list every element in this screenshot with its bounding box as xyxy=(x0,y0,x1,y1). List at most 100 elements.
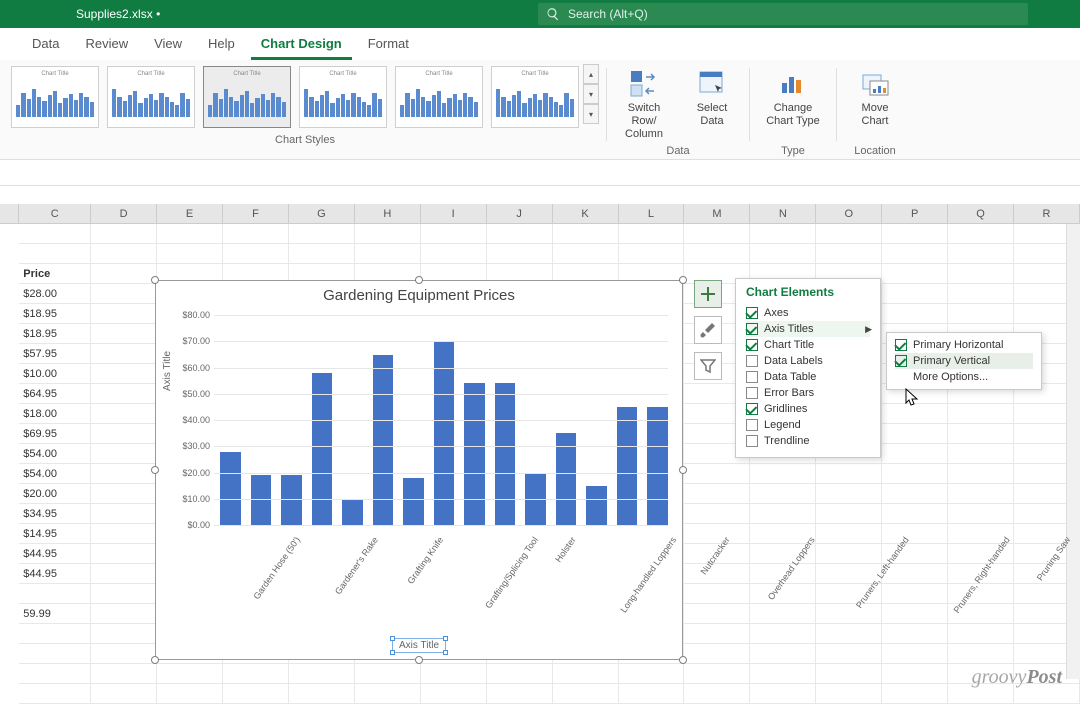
bar[interactable] xyxy=(647,407,668,525)
bar[interactable] xyxy=(617,407,638,525)
bar[interactable] xyxy=(312,373,333,525)
change-chart-type-button[interactable]: Change Chart Type xyxy=(763,66,823,130)
price-cell[interactable]: $28.00 xyxy=(19,284,91,304)
price-cell[interactable]: 59.99 xyxy=(19,604,91,624)
chart-elements-item[interactable]: Axis Titles▶ xyxy=(746,321,870,337)
chart-style-thumb[interactable]: Chart Title xyxy=(203,66,291,128)
column-header[interactable]: C xyxy=(19,204,91,223)
gallery-scroll-down[interactable]: ▾ xyxy=(583,84,599,104)
vertical-scrollbar[interactable] xyxy=(1066,224,1080,679)
chart-styles-button[interactable] xyxy=(694,316,722,344)
checkbox-icon[interactable] xyxy=(746,307,758,319)
chart-elements-item[interactable]: Error Bars xyxy=(746,385,870,401)
tab-review[interactable]: Review xyxy=(75,30,138,60)
resize-handle[interactable] xyxy=(151,656,159,664)
checkbox-icon[interactable] xyxy=(895,355,907,367)
price-cell[interactable]: $57.95 xyxy=(19,344,91,364)
bar[interactable] xyxy=(464,383,485,525)
column-header[interactable]: R xyxy=(1014,204,1080,223)
checkbox-icon[interactable] xyxy=(895,339,907,351)
bar[interactable] xyxy=(251,475,272,525)
column-header[interactable]: Q xyxy=(948,204,1014,223)
tab-view[interactable]: View xyxy=(144,30,192,60)
price-cell[interactable]: $44.95 xyxy=(19,544,91,564)
column-header[interactable]: L xyxy=(619,204,685,223)
price-cell[interactable]: $54.00 xyxy=(19,464,91,484)
column-header[interactable]: E xyxy=(157,204,223,223)
resize-handle[interactable] xyxy=(679,656,687,664)
search-input[interactable]: Search (Alt+Q) xyxy=(538,3,1028,25)
price-cell[interactable]: $54.00 xyxy=(19,444,91,464)
checkbox-icon[interactable] xyxy=(746,387,758,399)
submenu-item[interactable]: Primary Vertical xyxy=(895,353,1033,369)
checkbox-icon[interactable] xyxy=(746,355,758,367)
resize-handle[interactable] xyxy=(415,276,423,284)
chart-elements-button[interactable] xyxy=(694,280,722,308)
chart-elements-item[interactable]: Data Table xyxy=(746,369,870,385)
column-header[interactable]: G xyxy=(289,204,355,223)
price-cell[interactable]: $14.95 xyxy=(19,524,91,544)
switch-row-column-button[interactable]: Switch Row/ Column xyxy=(614,66,674,144)
resize-handle[interactable] xyxy=(151,466,159,474)
bar[interactable] xyxy=(342,499,363,525)
price-cell[interactable]: $18.95 xyxy=(19,304,91,324)
column-header[interactable]: P xyxy=(882,204,948,223)
chart-style-thumb[interactable]: Chart Title xyxy=(491,66,579,128)
bar[interactable] xyxy=(495,383,516,525)
embedded-chart[interactable]: Gardening Equipment Prices Axis Title $0… xyxy=(155,280,683,660)
formula-bar[interactable] xyxy=(0,160,1080,186)
chart-style-thumb[interactable]: Chart Title xyxy=(299,66,387,128)
bar[interactable] xyxy=(434,341,455,525)
checkbox-icon[interactable] xyxy=(746,339,758,351)
price-cell[interactable]: $44.95 xyxy=(19,564,91,584)
column-header[interactable]: D xyxy=(91,204,157,223)
column-header[interactable]: O xyxy=(816,204,882,223)
resize-handle[interactable] xyxy=(415,656,423,664)
chart-title[interactable]: Gardening Equipment Prices xyxy=(156,287,682,304)
chart-elements-item[interactable]: Axes xyxy=(746,305,870,321)
column-header[interactable]: M xyxy=(684,204,750,223)
chart-elements-item[interactable]: Data Labels xyxy=(746,353,870,369)
tab-help[interactable]: Help xyxy=(198,30,245,60)
tab-chart-design[interactable]: Chart Design xyxy=(251,30,352,60)
price-cell[interactable]: $18.00 xyxy=(19,404,91,424)
submenu-item[interactable]: More Options... xyxy=(895,369,1033,385)
tab-data[interactable]: Data xyxy=(22,30,69,60)
checkbox-icon[interactable] xyxy=(746,403,758,415)
column-header[interactable]: K xyxy=(553,204,619,223)
price-cell[interactable]: $18.95 xyxy=(19,324,91,344)
plot-area[interactable]: $0.00$10.00$20.00$30.00$40.00$50.00$60.0… xyxy=(214,315,668,525)
price-cell[interactable]: $69.95 xyxy=(19,424,91,444)
resize-handle[interactable] xyxy=(151,276,159,284)
chart-style-thumb[interactable]: Chart Title xyxy=(395,66,483,128)
price-cell[interactable] xyxy=(19,584,91,604)
price-cell[interactable]: $10.00 xyxy=(19,364,91,384)
bar[interactable] xyxy=(586,486,607,525)
column-header[interactable]: N xyxy=(750,204,816,223)
chart-filters-button[interactable] xyxy=(694,352,722,380)
resize-handle[interactable] xyxy=(679,466,687,474)
price-cell[interactable]: $64.95 xyxy=(19,384,91,404)
column-header[interactable]: J xyxy=(487,204,553,223)
move-chart-button[interactable]: Move Chart xyxy=(845,66,905,130)
select-data-button[interactable]: Select Data xyxy=(682,66,742,144)
chart-style-thumb[interactable]: Chart Title xyxy=(107,66,195,128)
column-header[interactable]: I xyxy=(421,204,487,223)
price-cell[interactable]: $20.00 xyxy=(19,484,91,504)
chart-elements-item[interactable]: Chart Title xyxy=(746,337,870,353)
submenu-item[interactable]: Primary Horizontal xyxy=(895,337,1033,353)
checkbox-icon[interactable] xyxy=(746,435,758,447)
document-filename[interactable]: Supplies2.xlsx • xyxy=(12,7,160,21)
price-cell[interactable]: $34.95 xyxy=(19,504,91,524)
bar[interactable] xyxy=(403,478,424,525)
checkbox-icon[interactable] xyxy=(746,419,758,431)
checkbox-icon[interactable] xyxy=(746,323,758,335)
chart-elements-item[interactable]: Gridlines xyxy=(746,401,870,417)
resize-handle[interactable] xyxy=(679,276,687,284)
column-header[interactable]: H xyxy=(355,204,421,223)
bar[interactable] xyxy=(281,475,302,525)
x-axis-title[interactable]: Axis Title xyxy=(392,638,446,653)
chart-elements-item[interactable]: Legend xyxy=(746,417,870,433)
gallery-scroll-up[interactable]: ▴ xyxy=(583,64,599,84)
chart-styles-gallery[interactable]: Chart TitleChart TitleChart TitleChart T… xyxy=(11,64,579,130)
